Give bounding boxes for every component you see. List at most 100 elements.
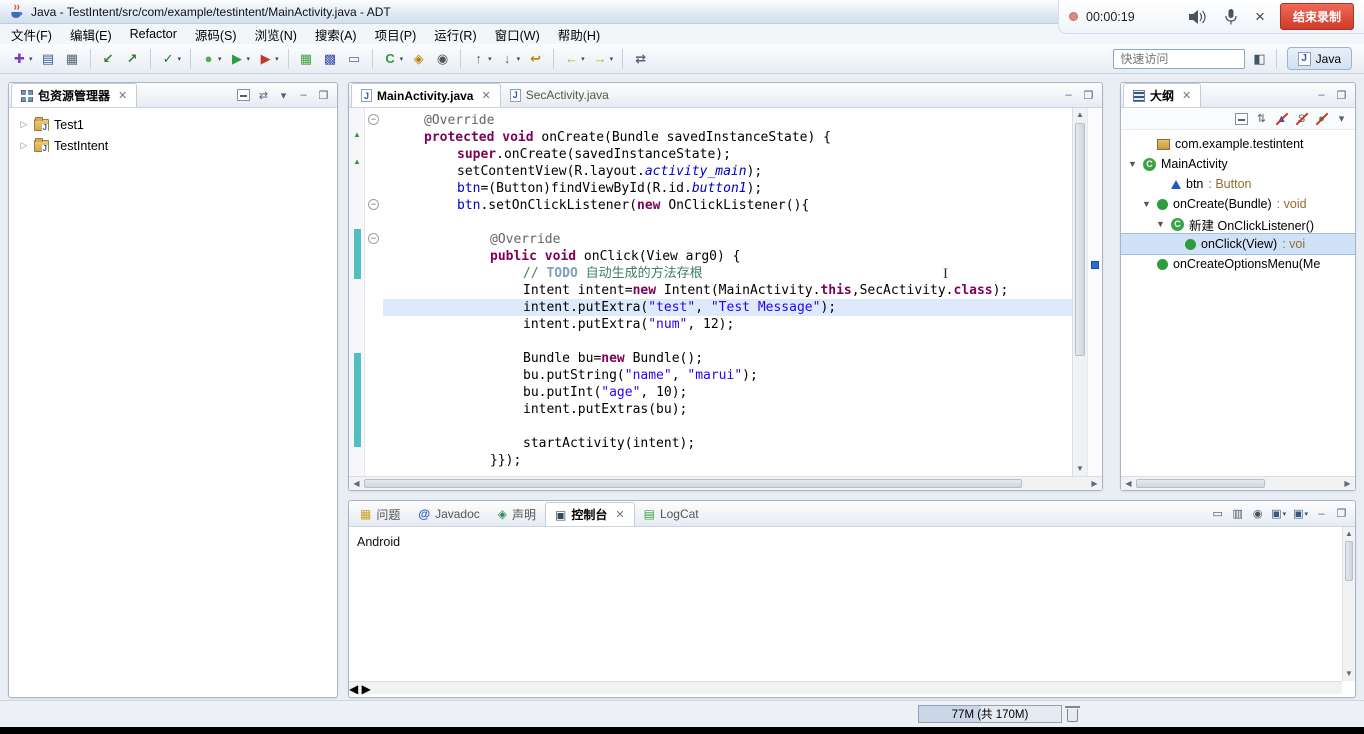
code-line[interactable]: startActivity(intent);: [383, 435, 1072, 452]
close-icon[interactable]: ✕: [118, 89, 127, 102]
outline-item[interactable]: btn : Button: [1121, 174, 1355, 194]
tab-console[interactable]: ▣ 控制台 ✕: [545, 502, 635, 526]
garbage-collect-button[interactable]: [1065, 706, 1080, 722]
new-java-class-button[interactable]: C ▾: [379, 48, 407, 70]
new-android-project-button[interactable]: ▦: [295, 48, 318, 70]
clear-console-icon[interactable]: ▭: [1211, 507, 1224, 521]
build-button[interactable]: ✓ ▾: [157, 48, 185, 70]
tab-javadoc[interactable]: @ Javadoc: [409, 502, 488, 526]
collapse-arrow-icon[interactable]: ▼: [1141, 199, 1152, 209]
avd-manager-button[interactable]: ▭: [343, 48, 366, 70]
outline-item[interactable]: ▼ C 新建 OnClickListener(): [1121, 214, 1355, 234]
outline-item[interactable]: onClick(View) : voi: [1121, 233, 1355, 255]
scroll-left-icon[interactable]: ◀: [349, 477, 364, 490]
console-vertical-scrollbar[interactable]: ▲ ▼: [1342, 527, 1355, 681]
speaker-icon[interactable]: [1189, 9, 1207, 24]
code-line[interactable]: [383, 333, 1072, 350]
menu-item[interactable]: 项目(P): [366, 23, 426, 46]
run-button[interactable]: ▶ ▾: [226, 48, 254, 70]
scrollbar-thumb[interactable]: [1136, 479, 1265, 488]
view-menu-icon[interactable]: ▾: [277, 88, 290, 102]
collapse-all-icon[interactable]: [1235, 112, 1248, 125]
stop-recording-button[interactable]: 结束录制: [1279, 3, 1354, 30]
scroll-up-icon[interactable]: ▲: [1343, 527, 1355, 541]
code-line[interactable]: [383, 418, 1072, 435]
link-with-editor-button[interactable]: ⇄: [629, 48, 652, 70]
code-line[interactable]: intent.putExtra("num", 12);: [383, 316, 1072, 333]
last-edit-location-button[interactable]: ↩: [524, 48, 547, 70]
code-line[interactable]: // TODO 自动生成的方法存根: [383, 265, 1072, 282]
open-perspective-icon[interactable]: ◧: [1253, 51, 1265, 67]
maximize-icon[interactable]: ❐: [1082, 88, 1095, 102]
outline-item[interactable]: onCreateOptionsMenu(Me: [1121, 254, 1355, 274]
console-content[interactable]: Android: [349, 527, 1342, 681]
code-line[interactable]: }});: [383, 452, 1072, 469]
minimize-icon[interactable]: –: [1315, 88, 1328, 102]
recorder-close-icon[interactable]: ×: [1255, 8, 1265, 25]
code-line[interactable]: @Override: [383, 112, 1072, 129]
hide-fields-icon[interactable]: ▲: [1275, 112, 1288, 126]
java-perspective-button[interactable]: J Java: [1286, 47, 1352, 70]
menu-item[interactable]: 编辑(E): [61, 23, 121, 46]
code-line[interactable]: bu.putString("name", "marui");: [383, 367, 1072, 384]
maximize-icon[interactable]: ❐: [1335, 507, 1348, 521]
sort-icon[interactable]: ⇅: [1255, 112, 1268, 126]
microphone-icon[interactable]: [1225, 8, 1237, 25]
tab-package-explorer[interactable]: 包资源管理器 ✕: [11, 83, 138, 107]
menu-item[interactable]: 浏览(N): [246, 23, 306, 46]
minimize-icon[interactable]: –: [1315, 507, 1328, 521]
scroll-lock-icon[interactable]: ▥: [1231, 507, 1244, 521]
code-line[interactable]: @Override: [383, 231, 1072, 248]
run-external-button[interactable]: ▶ ▾: [254, 48, 282, 70]
outline-item[interactable]: ▼ C MainActivity: [1121, 154, 1355, 174]
expand-arrow-icon[interactable]: ▷: [19, 140, 29, 151]
menu-item[interactable]: 源码(S): [186, 23, 246, 46]
open-type-button[interactable]: ◈: [407, 48, 430, 70]
pin-console-icon[interactable]: ◉: [1251, 507, 1264, 521]
scrollbar-thumb[interactable]: [1075, 123, 1085, 356]
collapse-arrow-icon[interactable]: ▼: [1127, 159, 1138, 169]
scroll-right-icon[interactable]: ▶: [362, 682, 371, 696]
scroll-left-icon[interactable]: ◀: [349, 682, 358, 696]
open-console-icon[interactable]: ▣ ▾: [1293, 507, 1308, 521]
editor-tab[interactable]: J SecActivity.java: [501, 83, 618, 107]
scrollbar-thumb[interactable]: [364, 479, 1022, 488]
editor-tab[interactable]: J MainActivity.java ✕: [351, 83, 501, 107]
maximize-icon[interactable]: ❐: [1335, 88, 1348, 102]
close-icon[interactable]: ✕: [615, 508, 624, 521]
code-line[interactable]: btn=(Button)findViewById(R.id.button1);: [383, 180, 1072, 197]
scroll-down-icon[interactable]: ▼: [1073, 462, 1087, 476]
code-line[interactable]: public void onClick(View arg0) {: [383, 248, 1072, 265]
menu-item[interactable]: 帮助(H): [549, 23, 609, 46]
code-area[interactable]: @Override protected void onCreate(Bundle …: [383, 108, 1072, 476]
collapse-arrow-icon[interactable]: ▼: [1155, 219, 1166, 229]
scroll-right-icon[interactable]: ▶: [1340, 477, 1355, 490]
menu-item[interactable]: 文件(F): [2, 23, 61, 46]
tab-outline[interactable]: 大纲 ✕: [1123, 83, 1202, 107]
code-line[interactable]: Bundle bu=new Bundle();: [383, 350, 1072, 367]
hide-static-members-icon[interactable]: S: [1295, 112, 1308, 126]
project-tree-item[interactable]: ▷ TestIntent: [9, 135, 337, 156]
scroll-right-icon[interactable]: ▶: [1087, 477, 1102, 490]
print-button[interactable]: ▦: [61, 48, 84, 70]
fold-collapse-icon[interactable]: −: [368, 114, 379, 125]
tab-problems[interactable]: ▦ 问题: [351, 502, 409, 526]
minimize-icon[interactable]: –: [297, 88, 310, 102]
close-icon[interactable]: ✕: [1182, 89, 1191, 102]
link-with-editor-icon[interactable]: ⇄: [257, 88, 270, 102]
overview-annotation[interactable]: [1091, 261, 1099, 269]
console-horizontal-scrollbar[interactable]: ◀ ▶: [349, 681, 1342, 696]
outline-horizontal-scrollbar[interactable]: ◀ ▶: [1121, 476, 1355, 490]
code-line[interactable]: btn.setOnClickListener(new OnClickListen…: [383, 197, 1072, 214]
code-line[interactable]: super.onCreate(savedInstanceState);: [383, 146, 1072, 163]
save-button[interactable]: ▤: [37, 48, 60, 70]
outline-item[interactable]: com.example.testintent: [1121, 134, 1355, 154]
project-tree-item[interactable]: ▷ Test1: [9, 114, 337, 135]
hide-non-public-members-icon[interactable]: ●: [1315, 112, 1328, 126]
quick-access-input[interactable]: [1113, 48, 1246, 69]
back-button[interactable]: ← ▾: [560, 48, 588, 70]
display-selected-console-icon[interactable]: ▣ ▾: [1271, 507, 1286, 521]
menu-item[interactable]: 窗口(W): [486, 23, 549, 46]
code-line[interactable]: intent.putExtra("test", "Test Message");: [383, 299, 1072, 316]
editor-vertical-scrollbar[interactable]: ▲ ▼: [1072, 108, 1087, 476]
